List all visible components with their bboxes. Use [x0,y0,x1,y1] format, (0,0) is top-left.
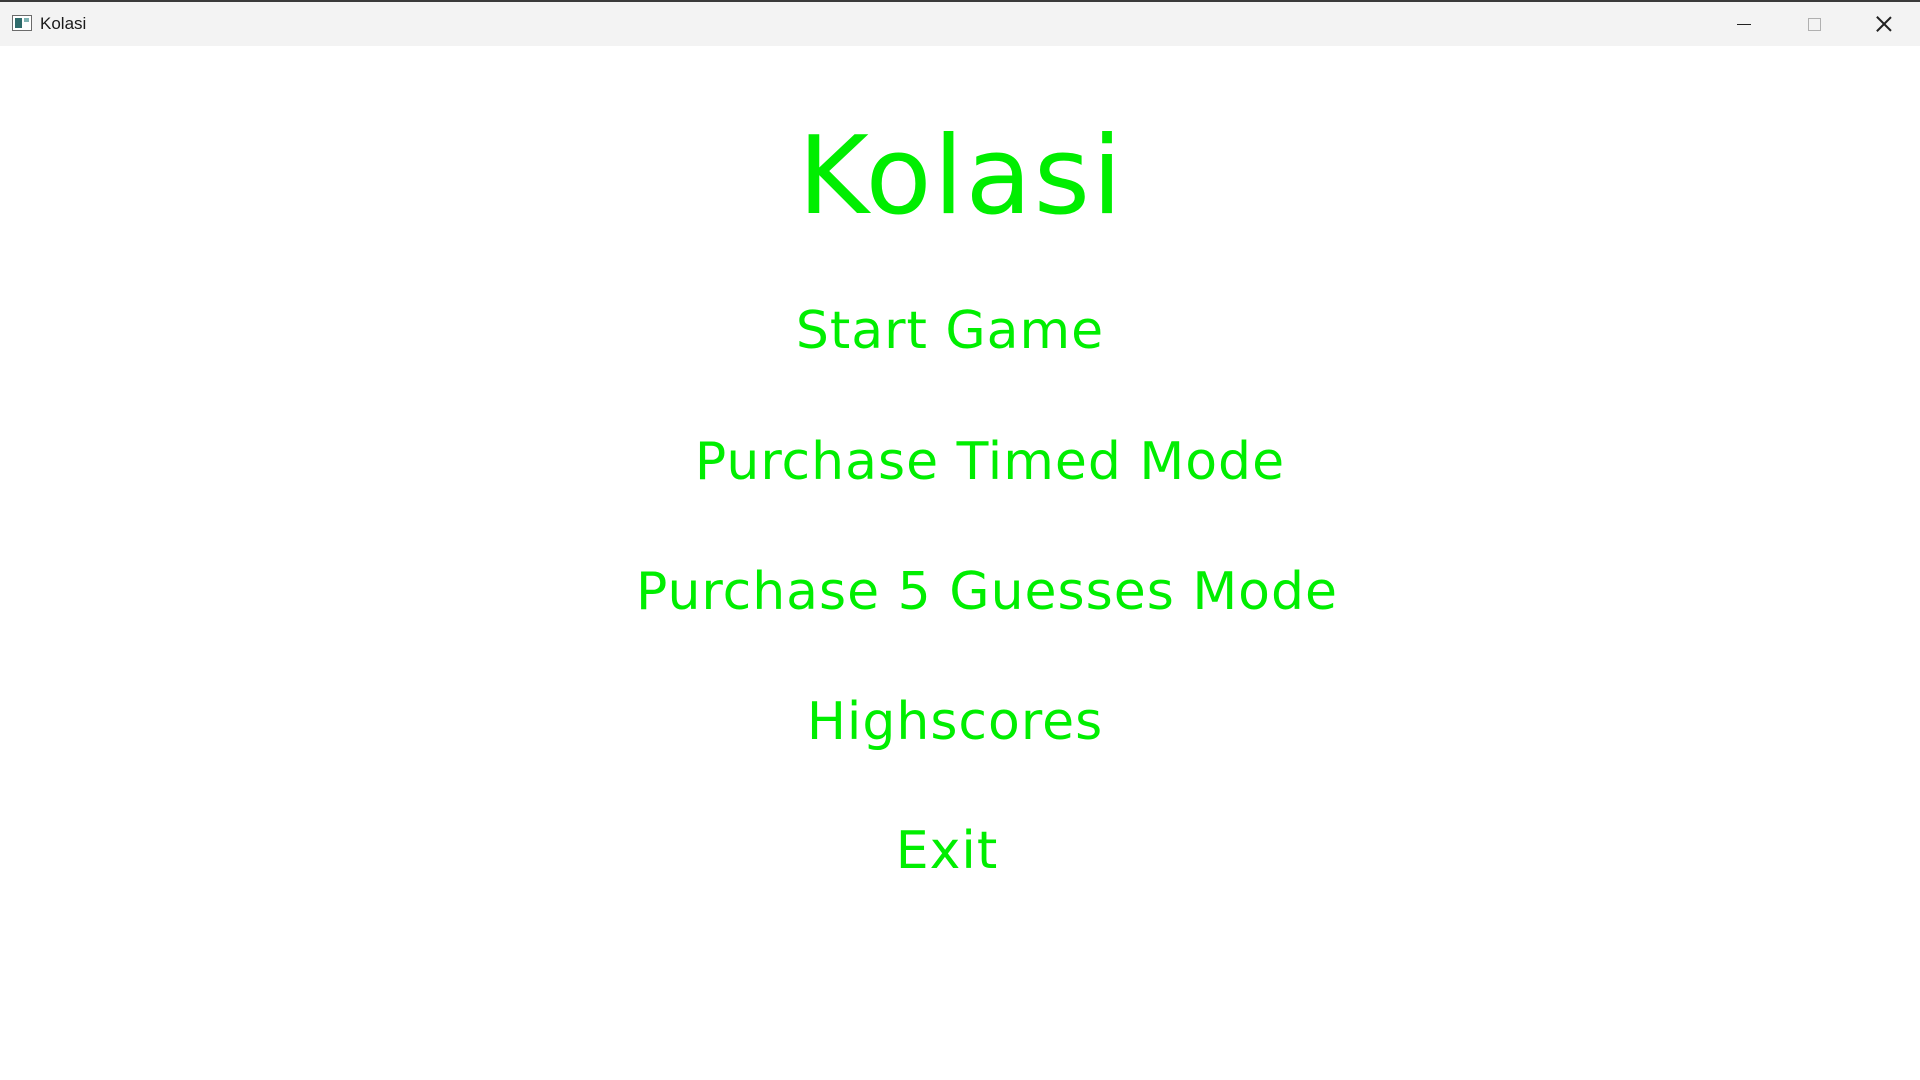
maximize-button[interactable] [1780,2,1848,46]
highscores-button[interactable]: Highscores [0,692,1915,752]
main-menu-screen: Kolasi Start Game Purchase Timed Mode Pu… [0,46,1920,1080]
maximize-icon [1807,17,1821,31]
exit-button[interactable]: Exit [0,821,1907,881]
start-game-button[interactable]: Start Game [0,301,1910,361]
window-title: Kolasi [40,14,87,33]
minimize-icon [1737,23,1751,25]
app-window-icon [12,15,32,31]
close-button[interactable] [1850,2,1918,46]
purchase-timed-mode-button[interactable]: Purchase Timed Mode [30,432,1920,492]
close-icon [1876,16,1892,32]
app-window: Kolasi Kolasi Start Game Purchase Timed … [0,0,1920,1080]
title-bar[interactable]: Kolasi [0,2,1920,46]
game-title: Kolasi [798,114,1124,239]
minimize-button[interactable] [1710,2,1778,46]
purchase-5-guesses-mode-button[interactable]: Purchase 5 Guesses Mode [27,562,1920,622]
